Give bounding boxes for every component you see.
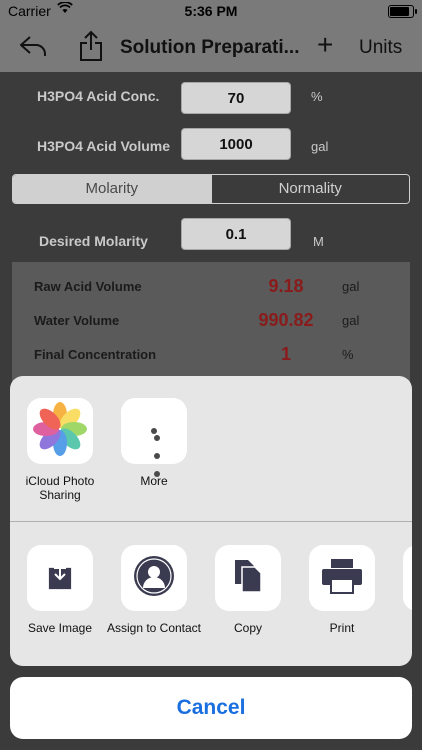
acid-conc-label: H3PO4 Acid Conc. bbox=[37, 88, 160, 104]
print-button[interactable] bbox=[309, 545, 375, 611]
acid-conc-unit: % bbox=[311, 89, 323, 104]
final-concentration-unit: % bbox=[342, 347, 354, 362]
assign-to-contact-button[interactable] bbox=[121, 545, 187, 611]
print-icon bbox=[320, 557, 364, 600]
tab-normality[interactable]: Normality bbox=[210, 175, 409, 203]
copy-button[interactable] bbox=[215, 545, 281, 611]
icloud-photo-sharing-button[interactable] bbox=[27, 398, 93, 464]
acid-conc-input[interactable]: 70 bbox=[181, 82, 291, 114]
cancel-button[interactable]: Cancel bbox=[10, 677, 412, 739]
battery-level bbox=[390, 7, 409, 16]
clock: 5:36 PM bbox=[184, 3, 238, 19]
share-icon[interactable] bbox=[78, 30, 104, 67]
water-volume-value: 990.82 bbox=[258, 310, 314, 330]
partial-action-label: iC bbox=[381, 635, 412, 649]
back-reply-icon[interactable] bbox=[18, 34, 48, 63]
results-panel: Raw Acid Volume 9.18 gal Water Volume 99… bbox=[12, 262, 410, 392]
share-sheet: iCloud Photo Sharing More Save Image Ass… bbox=[10, 376, 412, 666]
desired-molarity-unit: M bbox=[313, 234, 324, 249]
copy-icon bbox=[232, 558, 264, 599]
water-volume-unit: gal bbox=[342, 313, 360, 328]
final-concentration-label: Final Concentration bbox=[34, 347, 157, 362]
partial-action-button[interactable] bbox=[403, 545, 412, 611]
divider bbox=[10, 521, 412, 522]
print-label: Print bbox=[329, 621, 355, 635]
more-button[interactable] bbox=[121, 398, 187, 477]
add-button[interactable]: + bbox=[317, 31, 333, 59]
more-icon bbox=[151, 428, 160, 477]
contact-icon bbox=[132, 554, 176, 603]
navigation-bar: Solution Preparati... + Units bbox=[0, 22, 422, 72]
final-concentration-value: 1 bbox=[280, 344, 291, 364]
desired-molarity-label: Desired Molarity bbox=[39, 233, 148, 249]
water-volume-label: Water Volume bbox=[34, 313, 120, 328]
save-image-button[interactable] bbox=[27, 545, 93, 611]
desired-molarity-input[interactable]: 0.1 bbox=[181, 218, 291, 250]
acid-volume-input[interactable]: 1000 bbox=[181, 128, 291, 160]
acid-volume-label: H3PO4 Acid Volume bbox=[37, 138, 171, 154]
raw-acid-volume-label: Raw Acid Volume bbox=[34, 279, 142, 294]
acid-volume-unit: gal bbox=[311, 139, 329, 154]
page-title: Solution Preparati... bbox=[120, 37, 300, 58]
molarity-normality-toggle: Molarity Normality bbox=[12, 174, 410, 204]
tab-molarity[interactable]: Molarity bbox=[13, 175, 211, 203]
raw-acid-volume-value: 9.18 bbox=[268, 276, 304, 296]
more-label: More bbox=[140, 474, 168, 488]
raw-acid-volume-unit: gal bbox=[342, 279, 360, 294]
photos-icon bbox=[30, 399, 90, 464]
status-bar: Carrier 5:36 PM bbox=[0, 0, 422, 22]
battery-icon bbox=[388, 5, 417, 18]
save-image-icon bbox=[45, 561, 75, 596]
units-button[interactable]: Units bbox=[359, 37, 402, 59]
